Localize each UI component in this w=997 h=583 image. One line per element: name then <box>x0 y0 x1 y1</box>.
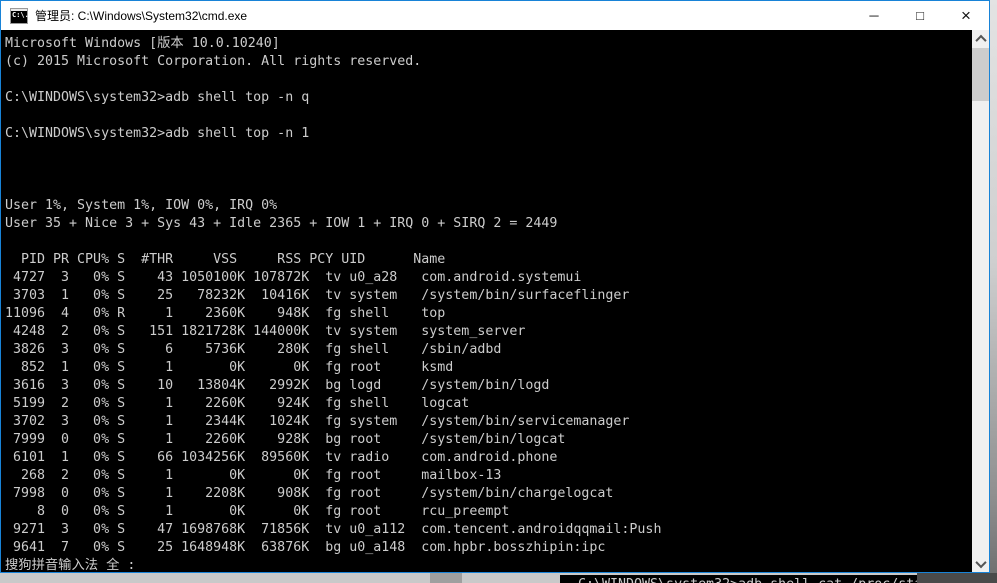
cmd-icon: C:\. <box>10 7 29 24</box>
console-line: C:\WINDOWS\system32>adb shell top -n q <box>5 90 310 105</box>
console-output[interactable]: Microsoft Windows [版本 10.0.10240] (c) 201… <box>1 30 972 572</box>
console-line: Microsoft Windows [版本 10.0.10240] <box>5 36 280 51</box>
console-line: C:\WINDOWS\system32>adb shell top -n 1 <box>5 126 310 141</box>
window-controls: ─ □ × <box>851 1 989 30</box>
background-terminal-window[interactable]: C:\WINDOWS\system32>adb shell cat /proc/… <box>560 575 917 583</box>
background-window-bottom-edge <box>917 573 997 583</box>
console-line: 8 0 0% S 1 0K 0K fg root rcu_preempt <box>5 504 510 519</box>
close-button[interactable]: × <box>943 1 989 30</box>
console-line: 3702 3 0% S 1 2344K 1024K fg system /sys… <box>5 414 630 429</box>
console-line: 7999 0 0% S 1 2260K 928K bg root /system… <box>5 432 566 447</box>
console-line: User 1%, System 1%, IOW 0%, IRQ 0% <box>5 198 278 213</box>
console-line: 9641 7 0% S 25 1648948K 63876K bg u0_a14… <box>5 540 606 555</box>
console-line: 3616 3 0% S 10 13804K 2992K bg logd /sys… <box>5 378 550 393</box>
scrollbar-thumb[interactable] <box>972 48 989 101</box>
console-line: User 35 + Nice 3 + Sys 43 + Idle 2365 + … <box>5 216 558 231</box>
background-window-right-edge <box>990 0 997 583</box>
background-desktop-band <box>430 573 462 583</box>
console-line: 9271 3 0% S 47 1698768K 71856K tv u0_a11… <box>5 522 662 537</box>
console-line: 搜狗拼音输入法 全 : <box>5 558 136 572</box>
console-line: (c) 2015 Microsoft Corporation. All righ… <box>5 54 422 69</box>
console-line: 268 2 0% S 1 0K 0K fg root mailbox-13 <box>5 468 502 483</box>
console-line: 7998 0 0% S 1 2208K 908K fg root /system… <box>5 486 614 501</box>
console-line: 852 1 0% S 1 0K 0K fg root ksmd <box>5 360 454 375</box>
console-line: 4248 2 0% S 151 1821728K 144000K tv syst… <box>5 324 526 339</box>
console-line: 3826 3 0% S 6 5736K 280K fg shell /sbin/… <box>5 342 502 357</box>
scrollbar-up-button[interactable] <box>972 30 989 47</box>
console-line: 4727 3 0% S 43 1050100K 107872K tv u0_a2… <box>5 270 582 285</box>
console-line: 5199 2 0% S 1 2260K 924K fg shell logcat <box>5 396 470 411</box>
scrollbar-down-button[interactable] <box>972 555 989 572</box>
console-line: PID PR CPU% S #THR VSS RSS PCY UID Name <box>5 252 446 267</box>
window-title: 管理员: C:\Windows\System32\cmd.exe <box>35 9 248 23</box>
chevron-up-icon <box>974 34 987 46</box>
scrollbar[interactable] <box>972 30 989 572</box>
console-line: 3703 1 0% S 25 78232K 10416K tv system /… <box>5 288 630 303</box>
cmd-window: C:\. 管理员: C:\Windows\System32\cmd.exe ─ … <box>0 0 990 573</box>
maximize-button[interactable]: □ <box>897 1 943 30</box>
chevron-down-icon <box>974 556 987 568</box>
minimize-button[interactable]: ─ <box>851 1 897 30</box>
cmd-icon-glyph: C:\. <box>12 10 29 19</box>
background-terminal-partial-line: C:\WINDOWS\system32>adb shell cat /proc/… <box>578 576 917 583</box>
console-line: 11096 4 0% R 1 2360K 948K fg shell top <box>5 306 446 321</box>
console-line: 6101 1 0% S 66 1034256K 89560K tv radio … <box>5 450 558 465</box>
titlebar[interactable]: C:\. 管理员: C:\Windows\System32\cmd.exe ─ … <box>1 1 989 30</box>
